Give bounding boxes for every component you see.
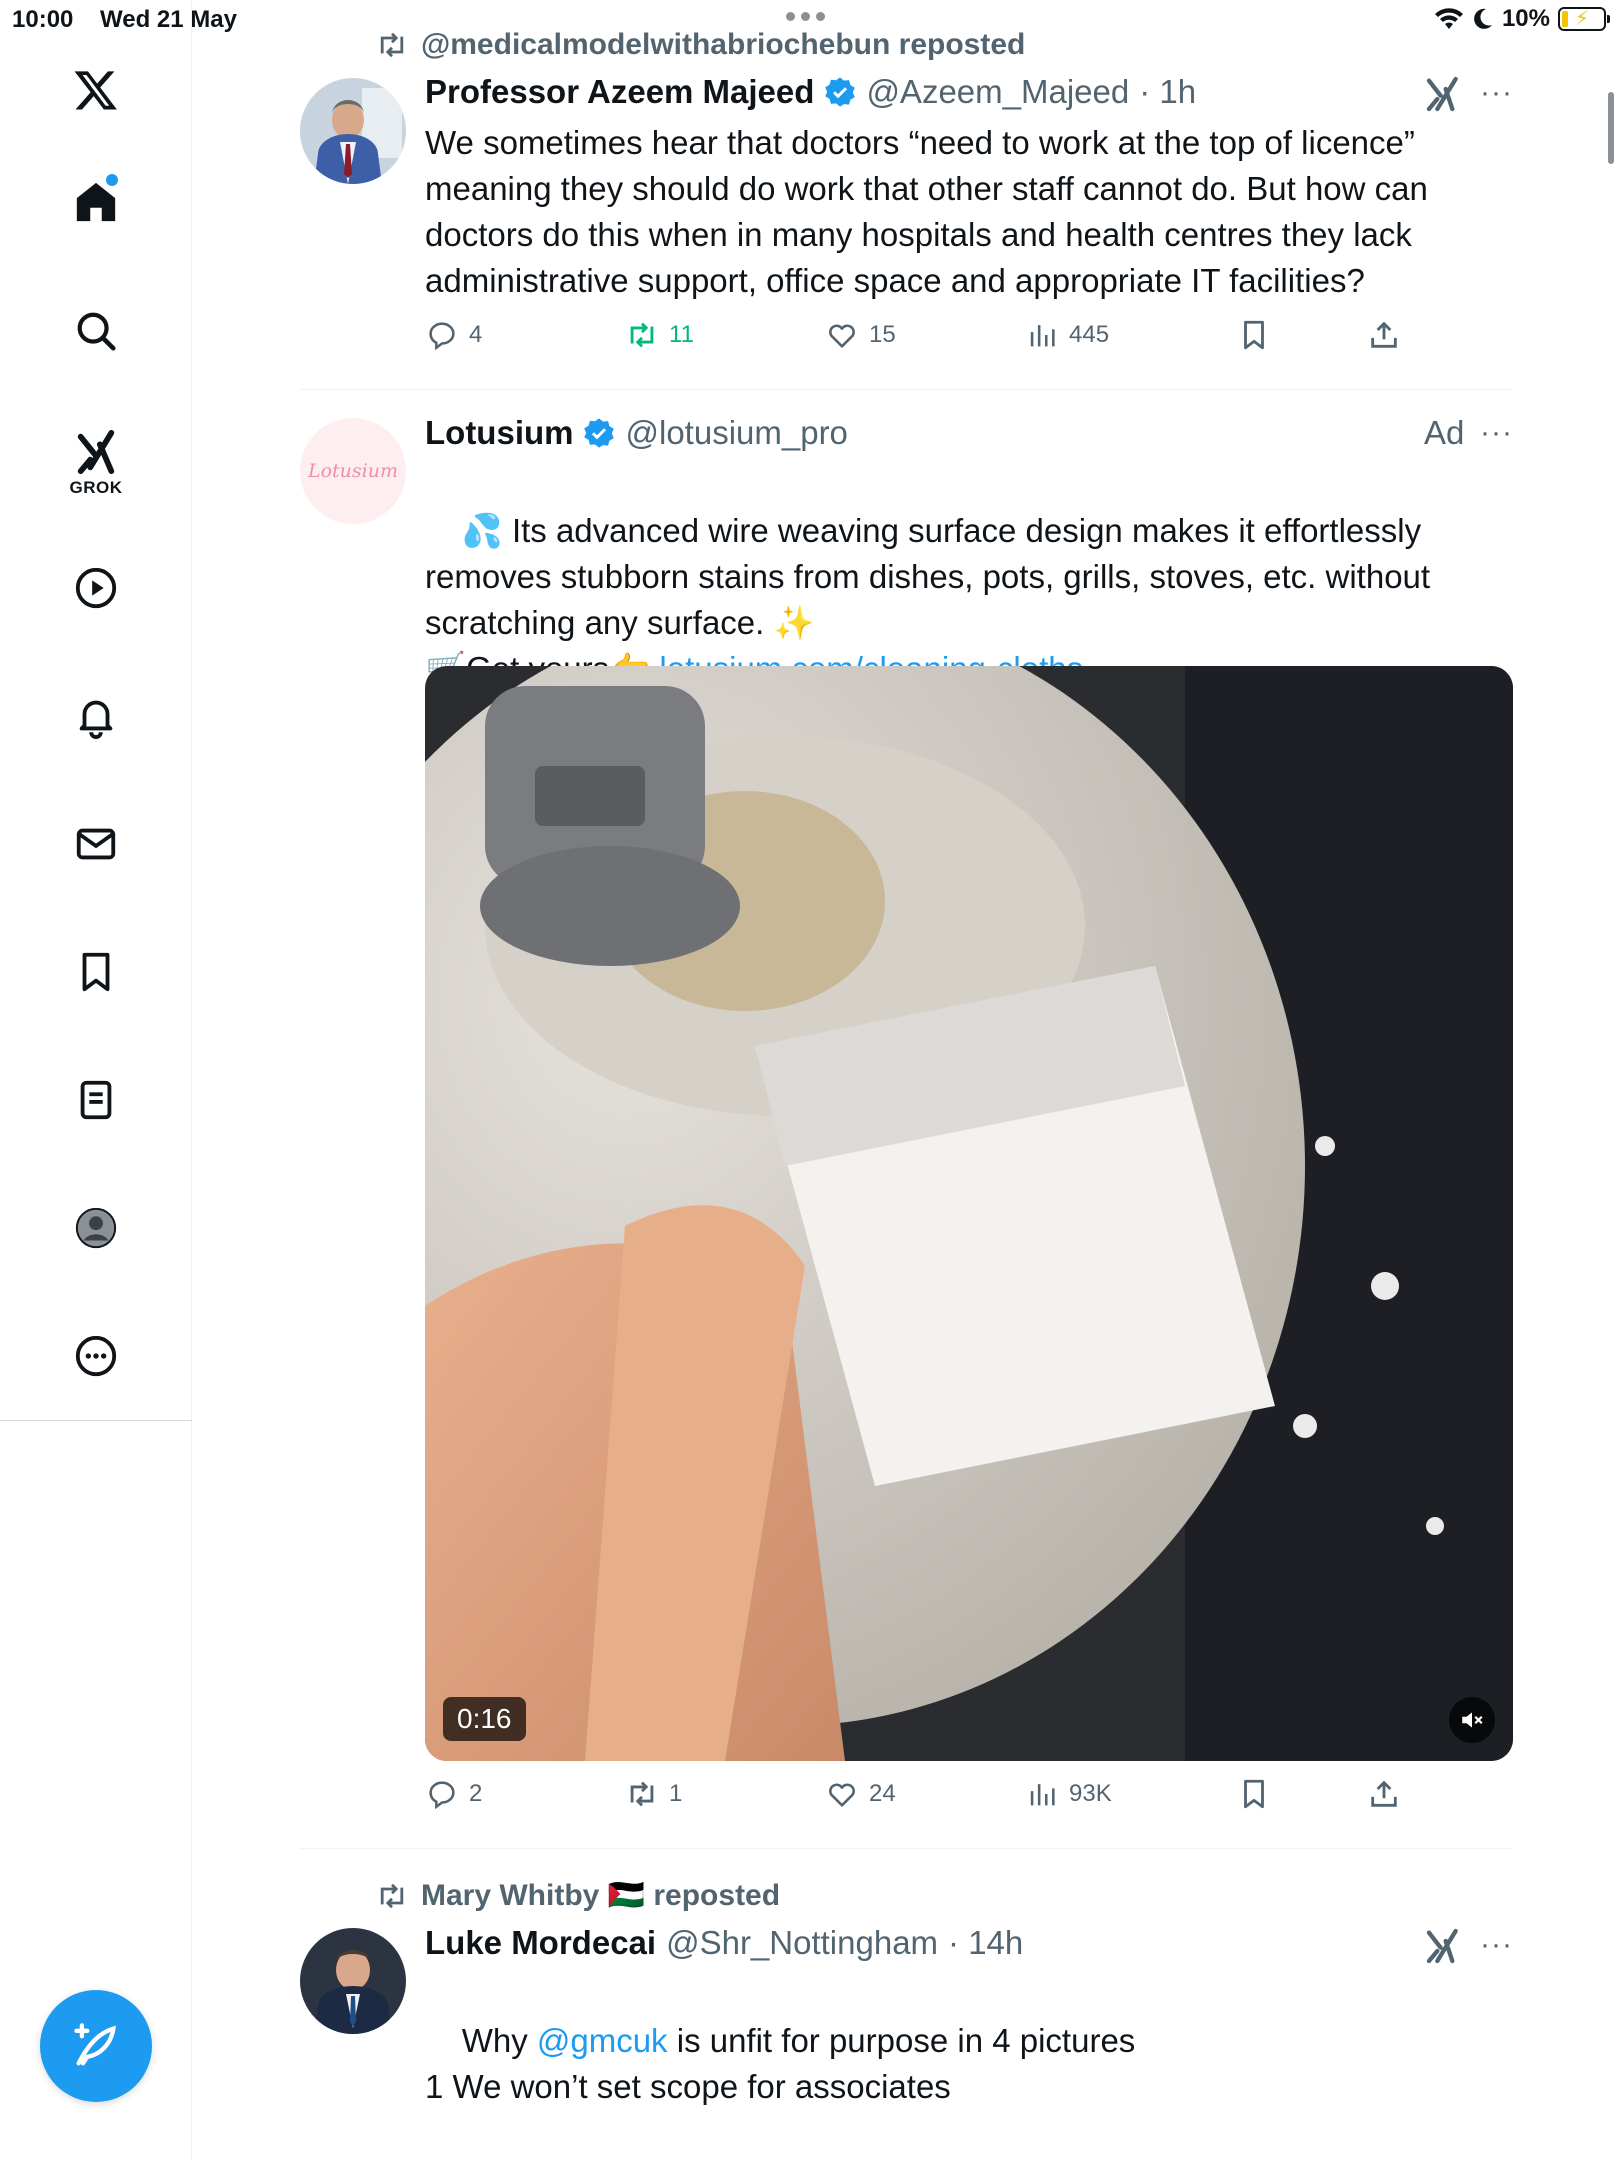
tweet-divider (300, 1848, 1512, 1849)
avatar[interactable] (300, 78, 406, 184)
views-chart-icon (1030, 325, 1055, 347)
share-button[interactable] (1367, 318, 1401, 352)
tweet-text: We sometimes hear that doctors “need to … (425, 124, 1438, 299)
mention-link[interactable]: @gmcuk (537, 2022, 668, 2059)
bookmarks-icon[interactable] (60, 936, 132, 1008)
heart-icon (829, 324, 855, 348)
repost-count: 1 (669, 1780, 683, 1807)
tweet-text-line2: 1 We won’t set scope for associates (425, 2068, 951, 2105)
repost-icon (630, 1781, 654, 1807)
reply-count: 2 (469, 1780, 483, 1807)
grok-label: GROK (69, 478, 123, 497)
author-name[interactable]: Luke Mordecai (425, 1924, 656, 1962)
verified-badge-icon (584, 418, 615, 448)
grok-explain-icon[interactable] (1424, 1926, 1464, 1966)
lists-icon[interactable] (60, 1064, 132, 1136)
like-button[interactable]: 15 (825, 318, 896, 352)
tweet-time: · 14h (948, 1924, 1024, 1961)
views-button[interactable]: 445 (1025, 318, 1109, 352)
like-button[interactable]: 24 (825, 1777, 896, 1811)
repost-indicator: Mary Whitby 🇵🇸 reposted (375, 1878, 780, 1913)
views-chart-icon (1030, 1784, 1055, 1806)
tweet-header: Lotusium @lotusium_pro (425, 414, 848, 452)
share-icon (1371, 321, 1397, 348)
tweet-more-icon[interactable]: ··· (1480, 416, 1513, 450)
repost-button[interactable]: 11 (625, 318, 694, 352)
tweet-text-body: 💦 Its advanced wire weaving surface desi… (425, 512, 1440, 641)
tweet-actions: 2 1 24 93K (425, 1777, 1425, 1821)
compose-feather-icon (74, 2023, 116, 2066)
bookmark-button[interactable] (1237, 1777, 1271, 1811)
tweet-time: · 1h (1139, 73, 1197, 110)
compose-post-button[interactable] (40, 1990, 152, 2102)
scrollbar-thumb[interactable] (1608, 92, 1614, 164)
search-icon[interactable] (60, 295, 132, 367)
sidebar: GROK (0, 0, 192, 2160)
x-logo-icon[interactable] (60, 54, 132, 126)
like-count: 15 (869, 321, 896, 348)
tweet-more-icon[interactable]: ··· (1480, 1928, 1513, 1962)
multitasking-dots-icon[interactable] (786, 12, 825, 21)
repost-by-text: @medicalmodelwithabriochebun reposted (421, 28, 1026, 61)
repost-indicator: @medicalmodelwithabriochebun reposted (375, 28, 1025, 62)
repost-count: 11 (669, 321, 694, 348)
wifi-icon (1434, 8, 1463, 29)
bookmark-icon (1244, 1779, 1264, 1809)
messages-envelope-icon[interactable] (60, 808, 132, 880)
battery-percent: 10% (1501, 5, 1550, 32)
views-button[interactable]: 93K (1025, 1777, 1112, 1811)
bookmark-button[interactable] (1237, 318, 1271, 352)
verified-badge-icon (825, 77, 856, 107)
repost-button[interactable]: 1 (625, 1777, 682, 1811)
tweet-divider (300, 389, 1512, 390)
reply-button[interactable]: 2 (425, 1777, 482, 1811)
profile-avatar-icon[interactable] (60, 1192, 132, 1264)
moon-icon (1474, 8, 1492, 29)
tweet-more-icon[interactable]: ··· (1480, 76, 1513, 110)
author-handle[interactable]: @lotusium_pro (625, 414, 847, 452)
notifications-bell-icon[interactable] (60, 680, 132, 752)
grok-explain-icon[interactable] (1424, 74, 1464, 114)
video-play-icon[interactable] (60, 552, 132, 624)
ad-label: Ad (1424, 414, 1465, 451)
video-duration: 0:16 (443, 1697, 526, 1741)
heart-icon (829, 1783, 855, 1807)
view-count: 93K (1069, 1780, 1112, 1807)
muted-speaker-icon (1462, 1712, 1483, 1728)
author-handle[interactable]: @Azeem_Majeed (866, 73, 1129, 111)
more-options-icon[interactable] (60, 1320, 132, 1392)
author-name[interactable]: Professor Azeem Majeed (425, 73, 814, 111)
share-icon (1371, 1780, 1397, 1807)
view-count: 445 (1069, 321, 1110, 348)
reply-icon (429, 1781, 455, 1810)
reply-icon (429, 322, 455, 351)
repost-icon (380, 1883, 404, 1908)
tweet-text-suffix: is unfit for purpose in 4 pictures (667, 2022, 1136, 2059)
home-icon[interactable] (60, 166, 132, 238)
battery-icon: ⚡ (1558, 7, 1610, 31)
share-button[interactable] (1367, 1777, 1401, 1811)
sidebar-divider (0, 1420, 192, 1421)
author-name[interactable]: Lotusium (425, 414, 573, 452)
repost-icon (630, 322, 654, 348)
repost-by-text: Mary Whitby 🇵🇸 reposted (421, 1879, 781, 1912)
home-notification-dot (106, 174, 118, 186)
reply-button[interactable]: 4 (425, 318, 482, 352)
status-indicators: 10% ⚡ (1434, 5, 1610, 33)
repost-icon (380, 32, 404, 58)
tweet-header: Luke Mordecai @Shr_Nottingham · 14h (425, 1924, 1023, 1962)
video-frame-image (425, 666, 1513, 1761)
bookmark-icon (1244, 320, 1264, 350)
reply-count: 4 (469, 321, 483, 348)
tweet-text-prefix: Why (461, 2022, 537, 2059)
tweet-actions: 4 11 15 445 (425, 318, 1425, 362)
tweet-header: Professor Azeem Majeed @Azeem_Majeed · 1… (425, 73, 1196, 111)
avatar[interactable]: Lotusium (300, 418, 406, 524)
avatar[interactable] (300, 1928, 406, 2034)
author-handle[interactable]: @Shr_Nottingham (666, 1924, 938, 1962)
mute-button[interactable] (1449, 1697, 1495, 1743)
ad-video[interactable]: 0:16 (425, 666, 1513, 1761)
like-count: 24 (869, 1780, 896, 1807)
avatar-logo-text: Lotusium (307, 460, 398, 482)
